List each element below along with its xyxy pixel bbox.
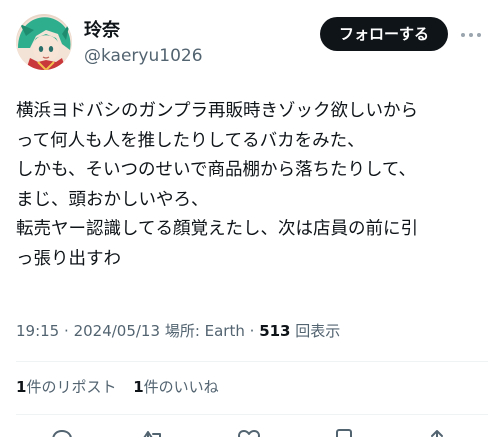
follow-button[interactable]: フォローする	[320, 17, 448, 51]
tweet-line: って何人も人を推したりしてるバカをみた、	[16, 130, 365, 151]
repost-icon[interactable]	[141, 428, 167, 437]
likes-label: 件のいいね	[143, 378, 219, 396]
more-options-icon[interactable]	[456, 20, 486, 48]
tweet-location[interactable]: 場所: Earth	[165, 322, 245, 340]
tweet-header: 玲奈 @kaeryu1026 フォローする	[0, 0, 500, 84]
likes-count: 1	[133, 378, 144, 396]
dot-icon	[469, 33, 473, 37]
tweet-stats: 1件のリポスト 1件のいいね	[16, 377, 231, 397]
tweet-time[interactable]: 19:15	[16, 322, 59, 340]
user-handle[interactable]: @kaeryu1026	[84, 45, 203, 67]
reposts-label: 件のリポスト	[26, 378, 117, 396]
avatar[interactable]	[16, 14, 72, 70]
meta-separator: ·	[249, 322, 260, 340]
tweet-text: 横浜ヨドバシのガンプラ再販時きゾック欲しいから って何人も人を推したりしてるバカ…	[16, 97, 492, 274]
bookmark-icon[interactable]	[331, 428, 357, 437]
reposts-count: 1	[16, 378, 27, 396]
meta-separator: ·	[64, 322, 74, 340]
display-name[interactable]: 玲奈	[84, 20, 120, 42]
action-bar	[0, 424, 500, 437]
divider	[16, 361, 488, 362]
views-count: 513	[259, 322, 291, 340]
dot-icon	[477, 33, 481, 37]
tweet-date[interactable]: 2024/05/13	[74, 322, 160, 340]
reply-icon[interactable]	[49, 428, 75, 437]
tweet-line: 転売ヤー認識してる顔覚えたし、次は店員の前に引	[16, 219, 418, 239]
divider	[16, 414, 488, 415]
tweet-line: っ張り出すわ	[16, 248, 121, 269]
like-icon[interactable]	[236, 428, 262, 437]
reposts-stat[interactable]: 1件のリポスト	[16, 377, 116, 397]
tweet-meta: 19:15 · 2024/05/13 場所: Earth · 513 回表示	[16, 321, 340, 341]
tweet-line: まじ、頭おかしいやろ、	[16, 189, 209, 210]
share-icon[interactable]	[424, 428, 450, 437]
likes-stat[interactable]: 1件のいいね	[133, 377, 218, 397]
tweet-line: しかも、そいつのせいで商品棚から落ちたりして、	[16, 160, 417, 180]
views-label: 回表示	[295, 322, 341, 340]
dot-icon	[461, 33, 465, 37]
tweet-line: 横浜ヨドバシのガンプラ再販時きゾック欲しいから	[16, 101, 418, 121]
